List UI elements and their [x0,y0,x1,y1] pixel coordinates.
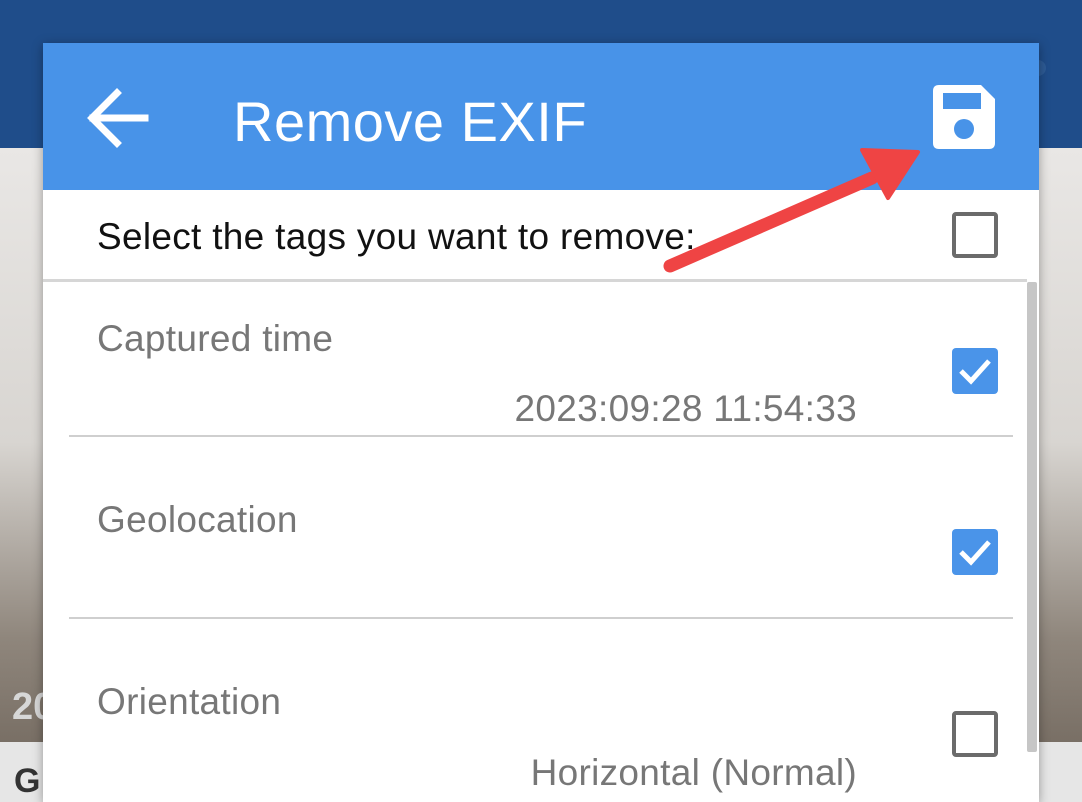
save-button[interactable] [929,81,999,153]
floppy-disk-icon [933,85,995,149]
tag-row-captured-time[interactable]: Captured time 2023:09:28 11:54:33 [43,282,1027,464]
tag-row-geolocation[interactable]: Geolocation [43,464,1027,646]
tag-name: Orientation [97,681,282,722]
select-all-checkbox[interactable] [952,212,998,258]
toolbar: Remove EXIF [43,43,1039,190]
select-all-label: Select the tags you want to remove: [97,216,696,257]
tag-list: Captured time 2023:09:28 11:54:33 Geoloc… [43,282,1039,802]
remove-exif-dialog: Remove EXIF Select the tags you want to … [43,43,1039,802]
tag-value: 2023:09:28 11:54:33 [514,388,857,429]
checkmark-icon [959,540,991,566]
tag-row-orientation[interactable]: Orientation Horizontal (Normal) [43,646,1027,802]
tag-checkbox-orientation[interactable] [952,711,998,757]
arrow-left-icon [87,88,149,148]
scrollbar[interactable] [1027,282,1037,752]
background-footer-text: G [14,762,41,800]
select-all-row[interactable]: Select the tags you want to remove: [43,190,1039,282]
back-button[interactable] [83,85,153,151]
tag-value: Horizontal (Normal) [530,752,857,793]
row-divider [69,435,1013,437]
tag-name: Geolocation [97,499,298,540]
checkmark-icon [959,359,991,385]
tag-checkbox-captured-time[interactable] [952,348,998,394]
tag-checkbox-geolocation[interactable] [952,529,998,575]
row-divider [69,617,1013,619]
tag-name: Captured time [97,318,334,359]
page-title: Remove EXIF [233,90,588,153]
